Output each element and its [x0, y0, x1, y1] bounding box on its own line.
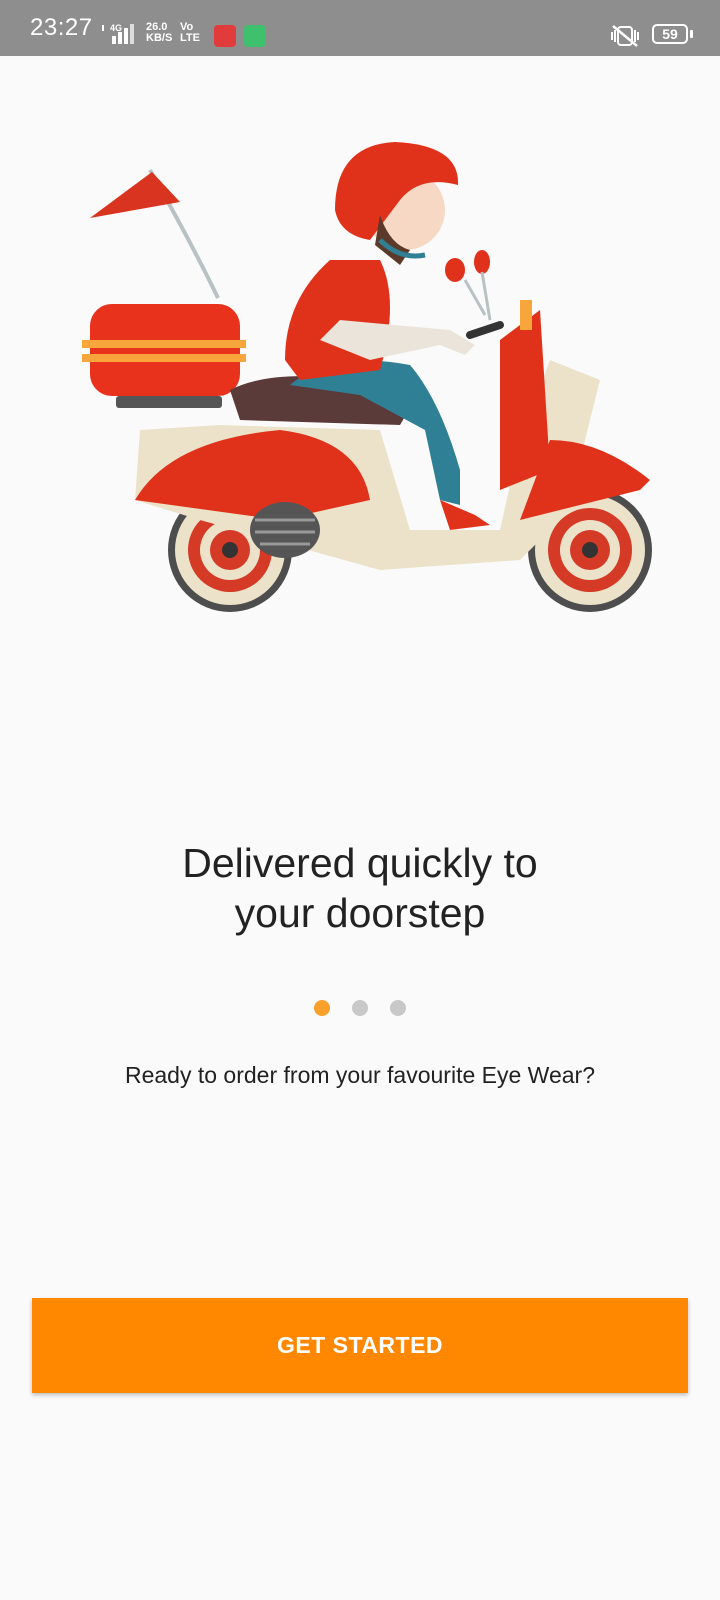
title-line-1: Delivered quickly to	[182, 840, 538, 886]
onboarding-title: Delivered quickly to your doorstep	[0, 838, 720, 938]
volte-bottom: LTE	[180, 32, 200, 44]
delivery-scooter-illustration	[82, 142, 652, 612]
calendar-app-icon	[214, 25, 236, 47]
signal-icon: 4G	[102, 23, 134, 44]
page-dot-2[interactable]	[352, 1000, 368, 1016]
page-indicator	[0, 1000, 720, 1021]
data-speed-unit: KB/S	[146, 32, 173, 44]
status-bar: 23:27 4G 26.0 KB/S Vo LTE 59	[0, 0, 720, 56]
volte-indicator: Vo LTE	[180, 22, 200, 44]
status-time: 23:27	[30, 14, 93, 41]
get-started-button[interactable]: GET STARTED	[32, 1298, 688, 1393]
title-line-2: your doorstep	[234, 890, 486, 936]
data-speed: 26.0 KB/S	[146, 22, 172, 44]
battery-tip	[690, 30, 693, 38]
vibrate-mute-icon	[611, 25, 639, 47]
chat-app-icon	[244, 25, 266, 47]
network-type-label: 4G	[110, 23, 122, 33]
page-dot-1[interactable]	[313, 1000, 330, 1016]
page-dot-3[interactable]	[390, 1000, 407, 1016]
onboarding-subtitle: Ready to order from your favourite Eye W…	[124, 1062, 595, 1088]
battery-icon: 59	[652, 24, 688, 44]
